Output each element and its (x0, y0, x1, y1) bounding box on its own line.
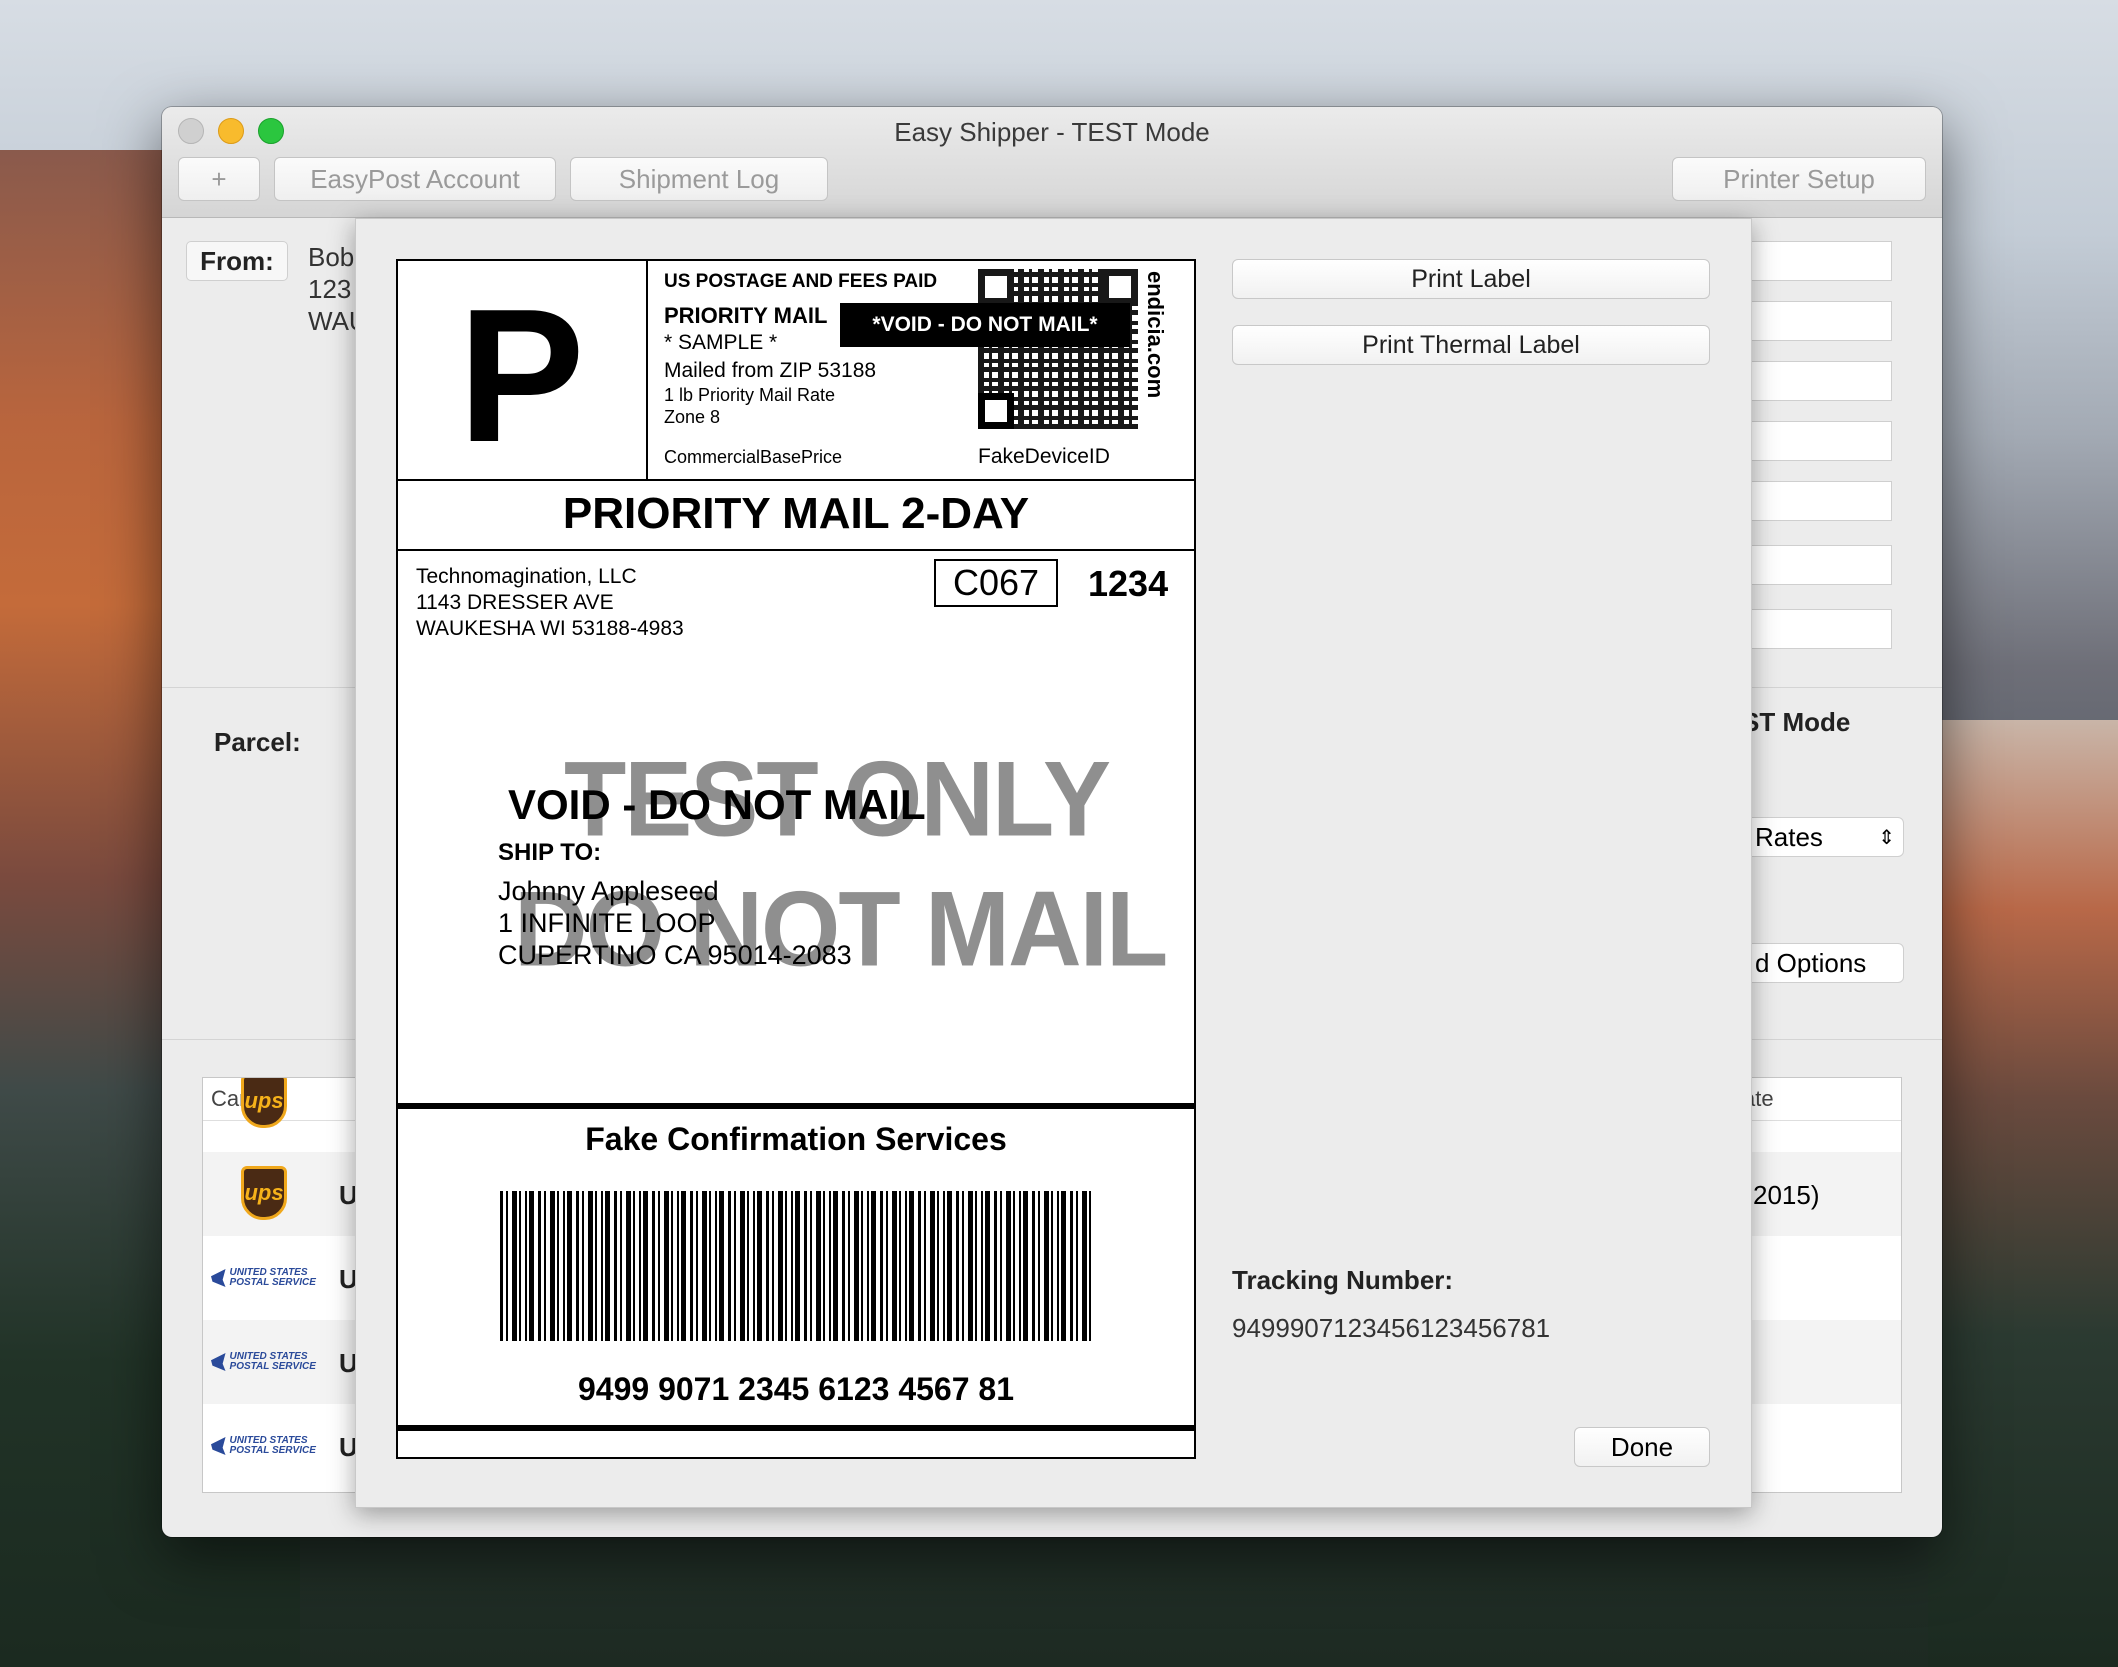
tracking-number-value: 9499907123456123456781 (1232, 1313, 1551, 1343)
print-label-button[interactable]: Print Label (1232, 259, 1710, 299)
shipment-log-button[interactable]: Shipment Log (570, 157, 828, 201)
usps-logo-icon: UNITED STATES POSTAL SERVICE (211, 1350, 323, 1374)
service-title: PRIORITY MAIL 2-DAY (562, 489, 1030, 538)
divider (398, 1425, 1194, 1431)
address-field[interactable] (1742, 421, 1892, 461)
address-field[interactable] (1742, 481, 1892, 521)
ship-to-label: SHIP TO: (498, 839, 602, 866)
test-mode-label: ST Mode (1742, 707, 1851, 737)
row-date: 2015) (1753, 1180, 1820, 1210)
mail-class-letter: P (458, 270, 585, 482)
from-button[interactable]: From: (186, 241, 288, 281)
recipient-line: 1 INFINITE LOOP (498, 908, 716, 938)
plus-icon: + (211, 163, 227, 194)
zone-text: Zone 8 (664, 407, 721, 427)
rate-text: 1 lb Priority Mail Rate (664, 385, 836, 405)
rates-popup[interactable]: Rates ⇕ (1742, 817, 1904, 857)
address-field[interactable] (1742, 301, 1892, 341)
sender-line: 1143 DRESSER AVE (416, 591, 614, 614)
recipient-line: Johnny Appleseed (498, 876, 719, 906)
void-text: VOID - DO NOT MAIL (508, 781, 926, 828)
parcel-label: Parcel: (214, 727, 301, 757)
barcode-number: 9499 9071 2345 6123 4567 81 (578, 1371, 1014, 1407)
divider (398, 479, 1194, 481)
mailed-from: Mailed from ZIP 53188 (664, 359, 877, 382)
device-id: FakeDeviceID (978, 445, 1110, 468)
tracking-number-label: Tracking Number: (1232, 1265, 1454, 1295)
done-button[interactable]: Done (1574, 1427, 1710, 1467)
usps-logo-icon: UNITED STATES POSTAL SERVICE (211, 1434, 323, 1458)
confirmation-services: Fake Confirmation Services (585, 1121, 1007, 1157)
usps-logo-icon: UNITED STATES POSTAL SERVICE (211, 1266, 323, 1290)
postage-header: US POSTAGE AND FEES PAID (664, 271, 938, 292)
window-title: Easy Shipper - TEST Mode (894, 117, 1210, 147)
price-type: CommercialBasePrice (664, 447, 843, 467)
recipient-address: Johnny Appleseed 1 INFINITE LOOP CUPERTI… (498, 875, 852, 971)
sender-line: Technomagination, LLC (416, 565, 637, 588)
service-small: PRIORITY MAIL (664, 303, 828, 328)
qr-corner (978, 393, 1014, 429)
printer-setup-button[interactable]: Printer Setup (1672, 157, 1926, 201)
print-thermal-label-button[interactable]: Print Thermal Label (1232, 325, 1710, 365)
add-button[interactable]: + (178, 157, 260, 201)
address-field[interactable] (1742, 609, 1892, 649)
options-button-label: d Options (1755, 947, 1867, 978)
address-field[interactable] (1742, 545, 1892, 585)
void-badge: *VOID - DO NOT MAIL* (840, 303, 1130, 347)
divider (398, 549, 1194, 551)
barcode-icon (500, 1191, 1094, 1341)
address-field[interactable] (1742, 361, 1892, 401)
sender-line: WAUKESHA WI 53188-4983 (416, 617, 684, 640)
endicia-text: endicia.com (1143, 271, 1168, 399)
label-sheet: P US POSTAGE AND FEES PAID PRIORITY MAIL… (355, 218, 1752, 1508)
rates-popup-value: Rates (1755, 821, 1823, 852)
divider (646, 261, 648, 479)
title-bar: Easy Shipper - TEST Mode + EasyPost Acco… (162, 107, 1942, 218)
divider (398, 1103, 1194, 1109)
easypost-account-button[interactable]: EasyPost Account (274, 157, 556, 201)
address-field[interactable] (1742, 241, 1892, 281)
recipient-line: CUPERTINO CA 95014-2083 (498, 940, 852, 970)
chevron-updown-icon: ⇕ (1878, 826, 1895, 849)
ups-logo-icon: ups (241, 1166, 287, 1220)
route-code: C067 (934, 559, 1058, 607)
sample-text: * SAMPLE * (664, 331, 778, 354)
options-button[interactable]: d Options (1742, 943, 1904, 983)
desktop-mountain-right (1928, 720, 2118, 1667)
shipping-label: P US POSTAGE AND FEES PAID PRIORITY MAIL… (396, 259, 1196, 1459)
route-number: 1234 (1088, 563, 1169, 604)
ups-logo-icon: ups (241, 1078, 287, 1128)
